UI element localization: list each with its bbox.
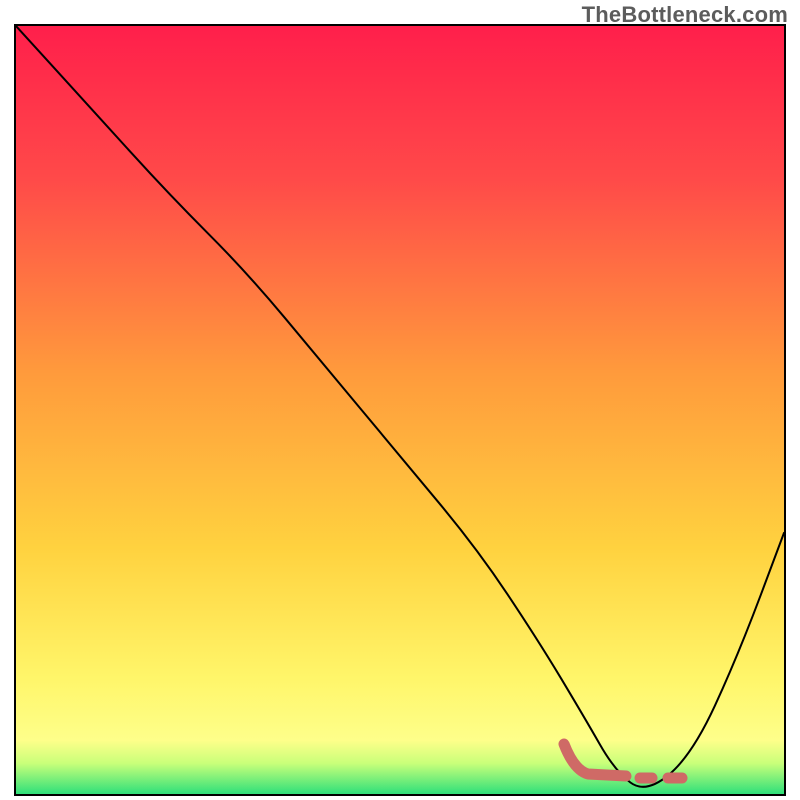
- gradient-background: [16, 26, 784, 794]
- chart-frame: TheBottleneck.com: [0, 0, 800, 800]
- plot-border: [14, 24, 786, 796]
- plot-svg: [16, 26, 784, 794]
